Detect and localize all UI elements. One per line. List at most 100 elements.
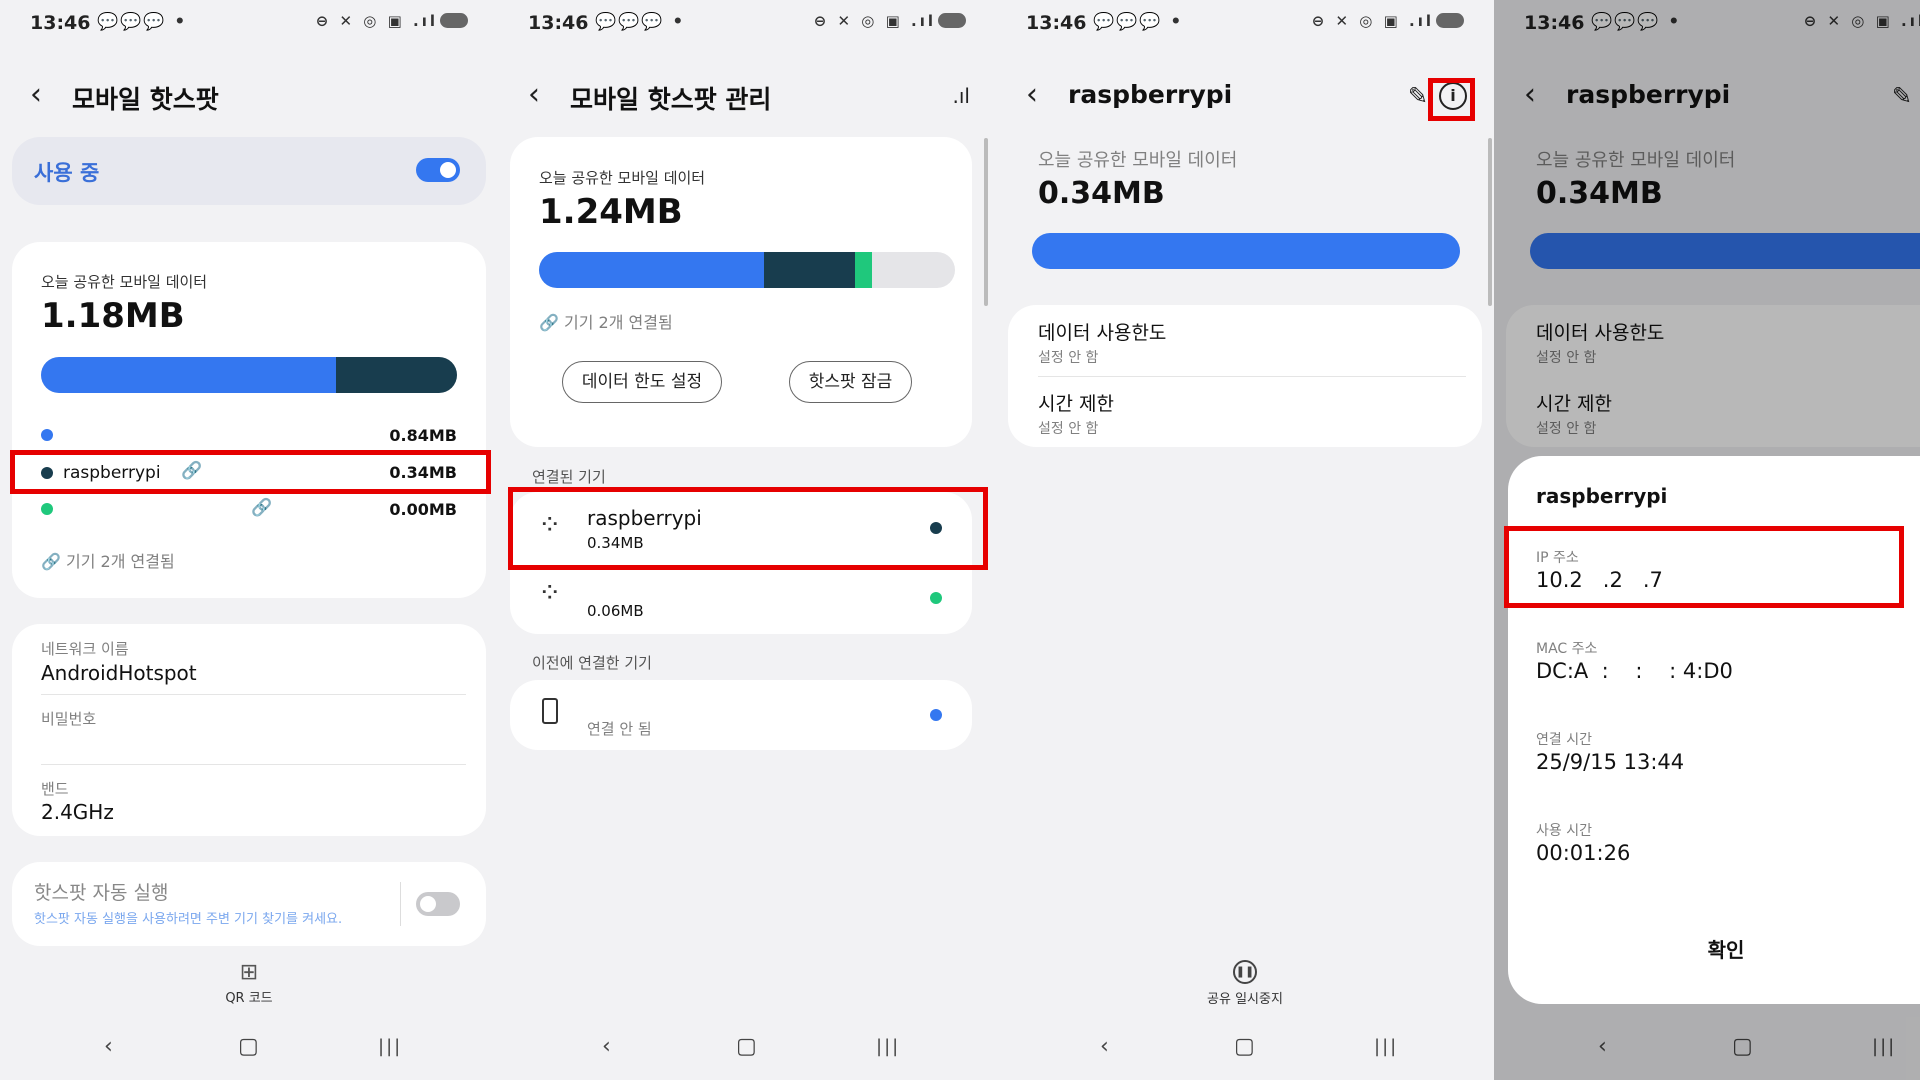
time-value: 설정 안 함 — [1038, 421, 1099, 437]
in-use-toggle[interactable] — [416, 158, 460, 182]
system-icons: ⊖ ✕ ◎ ▣ .ıl — [316, 12, 468, 30]
status-time: 13:46 — [30, 12, 91, 34]
green-dot-icon — [41, 503, 53, 515]
blue-dot-icon — [930, 709, 942, 721]
hotspot-lock-button[interactable]: 핫스팟 잠금 — [789, 361, 912, 403]
auto-title: 핫스팟 자동 실행 — [34, 882, 169, 904]
page-title: 모바일 핫스팟 — [72, 85, 219, 114]
previous-status: 연결 안 됨 — [587, 720, 652, 738]
ok-button[interactable]: 확인 — [1508, 934, 1920, 963]
today-value: 0.34MB — [1038, 176, 1165, 211]
auto-hotspot-row[interactable]: 핫스팟 자동 실행 핫스팟 자동 실행을 사용하려면 주변 기기 찾기를 켜세요… — [12, 862, 486, 946]
signal-icon: ⊖ ✕ ◎ ▣ .ıl — [813, 12, 936, 30]
nav-recents-icon[interactable]: ||| — [1374, 1036, 1398, 1057]
usage-bar — [1032, 233, 1460, 269]
blue-dot-icon — [41, 429, 53, 441]
status-bar: 13:46 💬💬💬 • ⊖ ✕ ◎ ▣ .ıl — [498, 8, 996, 38]
back-icon[interactable]: ‹ — [528, 80, 540, 110]
band-value[interactable]: 2.4GHz — [41, 800, 114, 824]
pause-sharing-button[interactable]: ❚❚ 공유 일시중지 — [996, 960, 1494, 1007]
edit-icon[interactable]: ✎ — [1408, 82, 1428, 110]
battery-icon — [440, 13, 468, 28]
usage-card: 오늘 공유한 모바일 데이터 1.24MB 🔗 기기 2개 연결됨 데이터 한도… — [510, 137, 972, 447]
band-label: 밴드 — [41, 780, 69, 798]
scrollbar[interactable] — [984, 138, 988, 306]
highlight-box — [1504, 526, 1904, 608]
qr-code-button[interactable]: ⊞ QR 코드 — [0, 960, 498, 1006]
battery-icon — [938, 13, 966, 28]
data-limit-button[interactable]: 데이터 한도 설정 — [562, 361, 722, 403]
phone-icon — [542, 698, 558, 724]
device-usage: 0.06MB — [587, 602, 644, 620]
device-row-2[interactable]: ⁘ 0.06MB — [510, 564, 972, 634]
pause-icon: ❚❚ — [1233, 960, 1257, 984]
limits-card: 데이터 사용한도 설정 안 함 시간 제한 설정 안 함 — [1008, 305, 1482, 447]
devices-connected-text: 기기 2개 연결됨 — [66, 552, 175, 571]
green-dot-icon — [930, 592, 942, 604]
qr-code-icon: ⊞ — [239, 960, 259, 985]
today-label: 오늘 공유한 모바일 데이터 — [539, 169, 706, 187]
usage-time-value: 00:01:26 — [1536, 841, 1631, 865]
screen-device-info-dialog: 13:46 💬💬💬 • ⊖ ✕ ◎ ▣ .ıl ‹ raspberrypi ✎ … — [1494, 0, 1920, 1080]
limit-title: 데이터 사용한도 — [1038, 322, 1167, 344]
signal-icon: ⊖ ✕ ◎ ▣ .ıl — [1311, 12, 1434, 30]
status-bar: 13:46 💬💬💬 • ⊖ ✕ ◎ ▣ .ıl — [996, 8, 1494, 38]
network-card: 네트워크 이름 AndroidHotspot 비밀번호 밴드 2.4GHz — [12, 624, 486, 836]
usage-bar-dark-segment — [763, 252, 856, 288]
usage-card: 오늘 공유한 모바일 데이터 1.18MB 0.84MB raspberrypi… — [12, 242, 486, 598]
status-time: 13:46 — [528, 12, 589, 34]
previous-device-row[interactable]: 연결 안 됨 — [510, 680, 972, 750]
app-bar: ‹ 모바일 핫스팟 — [0, 78, 498, 118]
screen-mobile-hotspot: 13:46 💬💬💬 • ⊖ ✕ ◎ ▣ .ıl ‹ 모바일 핫스팟 사용 중 오… — [0, 0, 498, 1080]
auto-desc: 핫스팟 자동 실행을 사용하려면 주변 기기 찾기를 켜세요. — [34, 912, 343, 927]
devices-connected-text: 기기 2개 연결됨 — [564, 313, 673, 332]
usage-bar-dark-segment — [336, 357, 457, 393]
usage-bar — [41, 357, 457, 393]
previous-header: 이전에 연결한 기기 — [532, 654, 652, 672]
chart-icon[interactable]: .ıl — [953, 84, 970, 108]
devices-connected: 🔗 기기 2개 연결됨 — [41, 548, 175, 572]
app-bar: ‹ raspberrypi ✎ i — [996, 78, 1494, 118]
nav-recents-icon[interactable]: ||| — [378, 1036, 402, 1057]
link-icon: 🔗 — [539, 313, 565, 332]
network-name-value[interactable]: AndroidHotspot — [41, 661, 197, 685]
nav-home-icon[interactable]: ▢ — [1234, 1034, 1255, 1059]
devices-connected: 🔗 기기 2개 연결됨 — [539, 309, 673, 333]
nav-home-icon[interactable]: ▢ — [238, 1034, 259, 1059]
link-icon: 🔗 — [41, 552, 67, 571]
password-label: 비밀번호 — [41, 710, 97, 728]
usage-bar — [539, 252, 955, 288]
nav-bar: ‹ ▢ ||| — [498, 1026, 996, 1066]
nav-home-icon[interactable]: ▢ — [736, 1034, 757, 1059]
battery-icon — [1436, 13, 1464, 28]
usage-bar-blue-segment — [539, 252, 764, 288]
qr-code-label: QR 코드 — [225, 991, 273, 1006]
in-use-switch-row[interactable]: 사용 중 — [12, 137, 486, 205]
scrollbar[interactable] — [1488, 138, 1492, 306]
back-icon[interactable]: ‹ — [30, 80, 42, 110]
system-icons: ⊖ ✕ ◎ ▣ .ıl — [814, 12, 966, 30]
nav-back-icon[interactable]: ‹ — [1100, 1034, 1109, 1059]
back-icon[interactable]: ‹ — [1026, 80, 1038, 110]
nav-back-icon[interactable]: ‹ — [104, 1034, 113, 1059]
highlight-box — [508, 487, 988, 570]
auto-toggle[interactable] — [416, 892, 460, 916]
today-label: 오늘 공유한 모바일 데이터 — [1038, 150, 1238, 171]
in-use-label: 사용 중 — [34, 161, 100, 185]
notification-icons: 💬💬💬 • — [97, 12, 188, 32]
pause-label: 공유 일시중지 — [1207, 992, 1283, 1007]
data-limit-row[interactable]: 데이터 사용한도 설정 안 함 — [1008, 305, 1482, 375]
usage-row-3: 🔗 0.00MB — [41, 498, 457, 520]
nav-recents-icon[interactable]: ||| — [876, 1036, 900, 1057]
today-value: 1.18MB — [41, 296, 185, 336]
page-title: raspberrypi — [1068, 80, 1233, 109]
nav-back-icon[interactable]: ‹ — [602, 1034, 611, 1059]
time-limit-row[interactable]: 시간 제한 설정 안 함 — [1008, 377, 1482, 447]
usage-row-value: 0.84MB — [389, 426, 457, 445]
device-grid-icon: ⁘ — [538, 576, 562, 609]
dialog-title: raspberrypi — [1536, 484, 1668, 508]
highlight-box — [10, 450, 491, 494]
status-bar: 13:46 💬💬💬 • ⊖ ✕ ◎ ▣ .ıl — [0, 8, 498, 38]
mac-label: MAC 주소 — [1536, 641, 1598, 657]
mac-value: DC:A : : : 4:D0 — [1536, 659, 1733, 683]
